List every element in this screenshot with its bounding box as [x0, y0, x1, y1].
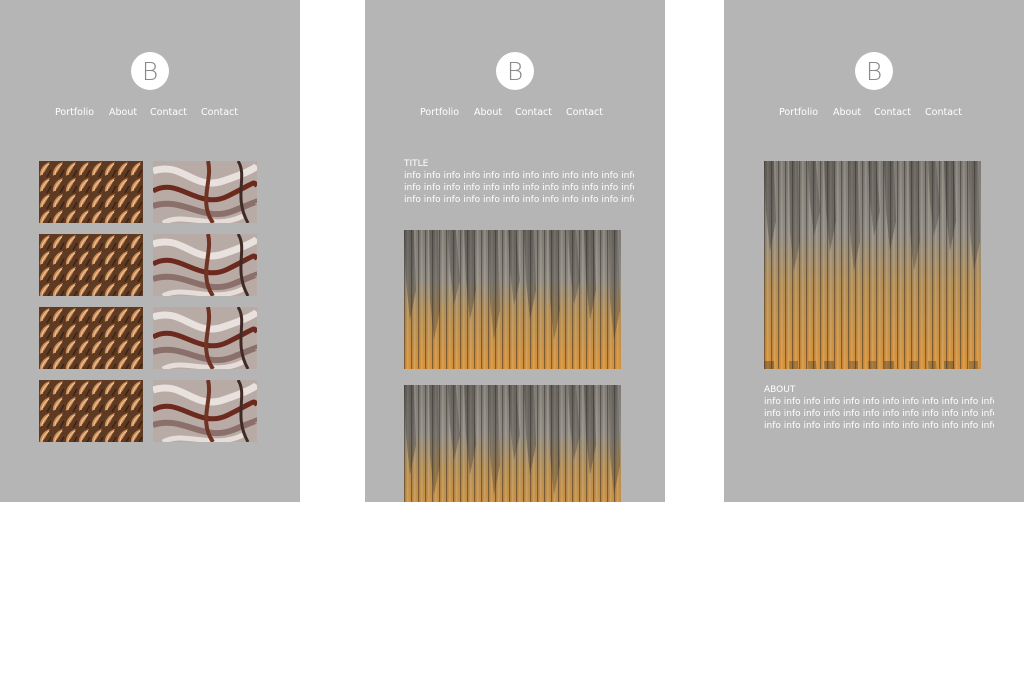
nav-portfolio[interactable]: Portfolio: [779, 107, 818, 118]
portfolio-thumb-marble[interactable]: [153, 307, 257, 369]
nav-contact[interactable]: Contact: [150, 107, 187, 118]
info-line: info info info info info info info info …: [764, 409, 994, 419]
main-nav: Portfolio About Contact Contact: [0, 107, 300, 119]
portfolio-thumb-copper[interactable]: [39, 380, 143, 442]
nav-portfolio[interactable]: Portfolio: [420, 107, 459, 118]
project-detail-screen: B Portfolio About Contact Contact TITLE …: [365, 0, 665, 502]
info-line: info info info info info info info info …: [404, 171, 634, 181]
nav-contact[interactable]: Contact: [874, 107, 911, 118]
nav-portfolio[interactable]: Portfolio: [55, 107, 94, 118]
main-nav: Portfolio About Contact Contact: [365, 107, 665, 119]
project-title: TITLE: [404, 159, 429, 169]
logo-circle[interactable]: B: [855, 52, 893, 90]
logo-circle[interactable]: B: [131, 52, 169, 90]
info-line: info info info info info info info info …: [764, 421, 994, 431]
info-line: info info info info info info info info …: [764, 397, 994, 407]
project-info: info info info info info info info info …: [404, 170, 634, 206]
project-image[interactable]: [404, 230, 621, 369]
about-screen: B Portfolio About Contact Contact ABOUT …: [724, 0, 1024, 502]
portfolio-thumb-marble[interactable]: [153, 161, 257, 223]
logo-circle[interactable]: B: [496, 52, 534, 90]
portfolio-thumb-marble[interactable]: [153, 380, 257, 442]
portfolio-thumb-copper[interactable]: [39, 307, 143, 369]
info-line: info info info info info info info info …: [404, 195, 634, 205]
nav-about[interactable]: About: [833, 107, 861, 118]
nav-contact[interactable]: Contact: [515, 107, 552, 118]
about-title: ABOUT: [764, 385, 796, 395]
nav-about[interactable]: About: [474, 107, 502, 118]
logo-letter: B: [865, 56, 883, 86]
main-nav: Portfolio About Contact Contact: [724, 107, 1024, 119]
project-image[interactable]: [404, 385, 621, 502]
nav-contact-2[interactable]: Contact: [201, 107, 238, 118]
info-line: info info info info info info info info …: [404, 183, 634, 193]
portfolio-screen: B Portfolio About Contact Contact: [0, 0, 300, 502]
logo-letter: B: [506, 56, 524, 86]
portfolio-thumb-marble[interactable]: [153, 234, 257, 296]
nav-contact-2[interactable]: Contact: [566, 107, 603, 118]
portfolio-thumb-copper[interactable]: [39, 234, 143, 296]
about-info: info info info info info info info info …: [764, 396, 994, 432]
nav-about[interactable]: About: [109, 107, 137, 118]
logo-letter: B: [141, 56, 159, 86]
portfolio-thumb-copper[interactable]: [39, 161, 143, 223]
about-image: [764, 161, 981, 369]
nav-contact-2[interactable]: Contact: [925, 107, 962, 118]
